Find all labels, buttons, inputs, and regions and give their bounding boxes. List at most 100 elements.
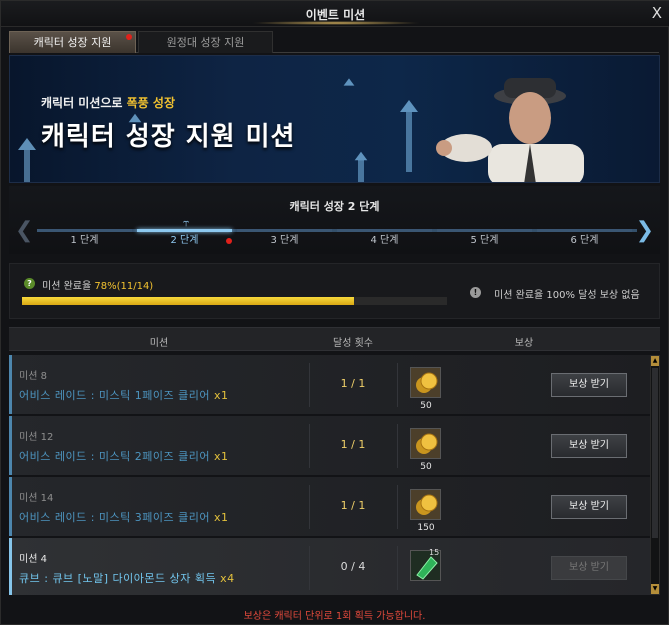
banner-subtitle-highlight: 폭풍 성장 xyxy=(126,96,175,110)
tab-label: 원정대 성장 지원 xyxy=(166,36,245,49)
column-divider xyxy=(309,424,310,468)
mission-title: 큐브 : 큐브 [노말] 다이아몬드 상자 획득 x4 xyxy=(19,570,235,586)
mission-multiplier: x1 xyxy=(213,511,229,524)
mission-title: 어비스 레이드 : 미스틱 3페이즈 클리어 x1 xyxy=(19,509,229,525)
row-accent xyxy=(9,355,12,414)
mission-title-text: 어비스 레이드 : 미스틱 1페이즈 클리어 xyxy=(19,389,214,402)
column-divider xyxy=(397,546,398,590)
mission-progress-panel: ? 미션 완료율 78%(11/14) ! 미션 완료율 100% 달성 보상 … xyxy=(9,263,660,319)
footer-notice: 보상은 캐릭터 단위로 1회 획득 가능합니다. xyxy=(243,611,426,622)
step-5[interactable]: 5 단계 xyxy=(437,231,532,246)
step-6[interactable]: 6 단계 xyxy=(537,231,632,246)
header-mission: 미션 xyxy=(149,338,169,349)
mission-count: 0 / 4 xyxy=(340,560,366,573)
arrow-shaft xyxy=(358,160,364,182)
scrollbar[interactable]: ▲ ▼ xyxy=(650,355,660,595)
claim-reward-button[interactable]: 보상 받기 xyxy=(551,434,627,458)
reward-quantity: 150 xyxy=(417,523,435,533)
question-icon[interactable]: ? xyxy=(24,278,35,289)
step-3[interactable]: 3 단계 xyxy=(237,231,332,246)
reward-quantity: 15 xyxy=(429,548,440,557)
mission-row: 미션 4 큐브 : 큐브 [노말] 다이아몬드 상자 획득 x4 0 / 4 1… xyxy=(9,538,651,595)
mission-row: 미션 14 어비스 레이드 : 미스틱 3페이즈 클리어 x1 1 / 1 15… xyxy=(9,477,651,536)
tab-label: 캐릭터 성장 지원 xyxy=(33,36,112,49)
header-reward: 보상 xyxy=(514,338,534,349)
reward-quantity: 50 xyxy=(420,401,432,411)
mission-title: 어비스 레이드 : 미스틱 1페이즈 클리어 x1 xyxy=(19,387,229,403)
up-arrow-icon xyxy=(354,151,368,161)
event-mission-window: 이벤트 미션 X 캐릭터 성장 지원 원정대 성장 지원 캐릭터 미션으로 폭풍… xyxy=(0,0,669,625)
banner-title: 캐릭터 성장 지원 미션 xyxy=(41,122,296,152)
scroll-up-arrow-icon[interactable]: ▲ xyxy=(651,356,659,366)
mission-row: 미션 8 어비스 레이드 : 미스틱 1페이즈 클리어 x1 1 / 1 50 … xyxy=(9,355,651,414)
progress-label-prefix: 미션 완료율 xyxy=(42,281,95,292)
claim-reward-button[interactable]: 보상 받기 xyxy=(551,373,627,397)
claim-reward-button[interactable]: 보상 받기 xyxy=(551,495,627,519)
mission-title-text: 어비스 레이드 : 미스틱 2페이즈 클리어 xyxy=(19,450,214,463)
title-glow-decoration xyxy=(251,21,421,25)
claim-reward-button-disabled: 보상 받기 xyxy=(551,556,627,580)
tab-bar: 캐릭터 성장 지원 원정대 성장 지원 xyxy=(9,31,659,53)
row-accent xyxy=(9,477,12,536)
chevron-right-icon[interactable]: ❯ xyxy=(636,218,654,243)
mission-count: 1 / 1 xyxy=(340,377,366,390)
mission-title-text: 큐브 : 큐브 [노말] 다이아몬드 상자 획득 xyxy=(19,572,221,585)
arrow-shaft xyxy=(406,112,412,172)
step-2[interactable]: 2 단계 xyxy=(137,231,232,246)
completion-reward-note: 미션 완료율 100% 달성 보상 없음 xyxy=(494,290,640,301)
mission-number: 미션 14 xyxy=(19,493,54,504)
growth-step-panel: 캐릭터 성장 2 단계 ❮ ❯ ⥾ 1 단계 2 단계 3 단계 4 단계 5 … xyxy=(9,186,660,254)
arrow-shaft xyxy=(24,150,30,182)
up-arrow-icon xyxy=(18,138,36,150)
tab-character-growth[interactable]: 캐릭터 성장 지원 xyxy=(9,31,136,53)
event-banner: 캐릭터 미션으로 폭풍 성장 캐릭터 성장 지원 미션 xyxy=(9,55,660,183)
column-divider xyxy=(397,485,398,529)
up-arrow-icon xyxy=(343,78,355,86)
column-divider xyxy=(397,363,398,407)
step-4[interactable]: 4 단계 xyxy=(337,231,432,246)
progress-bar xyxy=(22,297,447,305)
title-bar[interactable]: 이벤트 미션 X xyxy=(1,1,669,27)
column-divider xyxy=(309,363,310,407)
column-divider xyxy=(309,546,310,590)
gold-coin-icon[interactable] xyxy=(410,489,441,520)
step-title: 캐릭터 성장 2 단계 xyxy=(289,200,380,213)
wing-emblem-icon: ⥾ xyxy=(183,216,190,229)
step-1[interactable]: 1 단계 xyxy=(37,231,132,246)
progress-percent: 78%(11/14) xyxy=(94,281,154,292)
mission-multiplier: x1 xyxy=(213,450,229,463)
up-arrow-icon xyxy=(400,100,418,112)
row-accent xyxy=(9,416,12,475)
mission-row: 미션 12 어비스 레이드 : 미스틱 2페이즈 클리어 x1 1 / 1 50… xyxy=(9,416,651,475)
progress-bar-fill xyxy=(22,297,354,305)
row-accent xyxy=(9,538,12,595)
mission-list[interactable]: 미션 8 어비스 레이드 : 미스틱 1페이즈 클리어 x1 1 / 1 50 … xyxy=(9,355,651,595)
column-divider xyxy=(397,424,398,468)
banner-subtitle: 캐릭터 미션으로 폭풍 성장 xyxy=(41,94,175,111)
character-illustration xyxy=(436,78,584,182)
tab-expedition-growth[interactable]: 원정대 성장 지원 xyxy=(138,31,273,53)
column-divider xyxy=(309,485,310,529)
notification-dot-icon xyxy=(226,238,232,244)
mission-title: 어비스 레이드 : 미스틱 2페이즈 클리어 x1 xyxy=(19,448,229,464)
notification-dot-icon xyxy=(126,34,132,40)
gold-coin-icon[interactable] xyxy=(410,367,441,398)
info-icon: ! xyxy=(470,287,481,298)
mission-multiplier: x1 xyxy=(213,389,229,402)
mission-number: 미션 8 xyxy=(19,371,47,382)
scroll-thumb[interactable] xyxy=(652,368,658,538)
progress-label: 미션 완료율 78%(11/14) xyxy=(42,277,153,292)
scroll-down-arrow-icon[interactable]: ▼ xyxy=(651,584,659,594)
banner-subtitle-prefix: 캐릭터 미션으로 xyxy=(41,96,127,110)
gold-coin-icon[interactable] xyxy=(410,428,441,459)
mission-number: 미션 12 xyxy=(19,432,54,443)
mission-title-text: 어비스 레이드 : 미스틱 3페이즈 클리어 xyxy=(19,511,214,524)
reward-quantity: 50 xyxy=(420,462,432,472)
header-count: 달성 횟수 xyxy=(333,338,373,349)
mission-count: 1 / 1 xyxy=(340,438,366,451)
mission-count: 1 / 1 xyxy=(340,499,366,512)
mission-table-header: 미션 달성 횟수 보상 xyxy=(9,327,660,351)
chevron-left-icon[interactable]: ❮ xyxy=(15,218,33,243)
mission-number: 미션 4 xyxy=(19,554,47,565)
close-button[interactable]: X xyxy=(652,4,662,22)
